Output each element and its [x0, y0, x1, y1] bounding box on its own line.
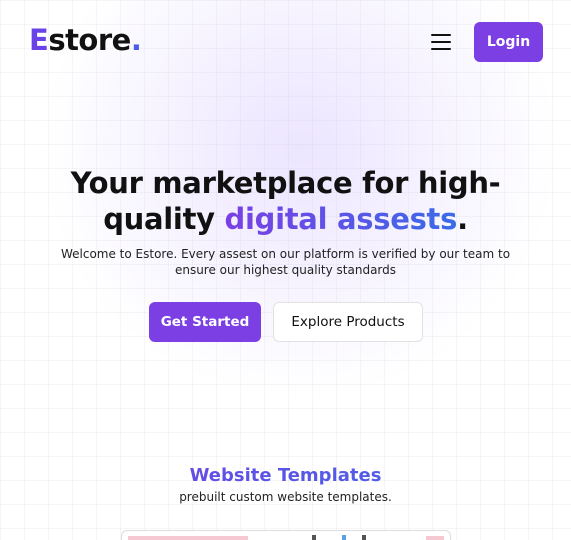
preview-banner-right — [426, 536, 444, 540]
hero-title-accent: digital assests — [224, 202, 458, 236]
logo-dot: . — [130, 23, 142, 57]
site-header: Estore. Login — [0, 0, 571, 84]
explore-products-button[interactable]: Explore Products — [273, 302, 423, 342]
section-subtitle: prebuilt custom website templates. — [179, 490, 392, 504]
hero-title-line1: Your marketplace for high- — [70, 166, 501, 200]
section-title: Website Templates — [0, 464, 571, 488]
template-preview-card[interactable] — [121, 530, 451, 540]
hero-title: Your marketplace for high- quality digit… — [40, 165, 531, 237]
menu-line — [431, 41, 451, 43]
login-button[interactable]: Login — [474, 22, 543, 62]
menu-line — [431, 48, 451, 50]
logo-text: store — [48, 23, 131, 57]
hero-actions: Get Started Explore Products — [0, 302, 571, 342]
menu-line — [431, 34, 451, 36]
hero-title-plain: quality — [103, 202, 225, 236]
logo-initial: E — [29, 23, 49, 57]
hero-subtitle: Welcome to Estore. Every assest on our p… — [60, 247, 511, 277]
get-started-button[interactable]: Get Started — [149, 302, 261, 342]
hamburger-menu-icon[interactable] — [430, 32, 452, 52]
preview-banner-left — [128, 536, 248, 540]
hero-title-period: . — [457, 202, 468, 236]
preview-graphics — [302, 535, 412, 540]
logo[interactable]: Estore. — [29, 23, 142, 57]
